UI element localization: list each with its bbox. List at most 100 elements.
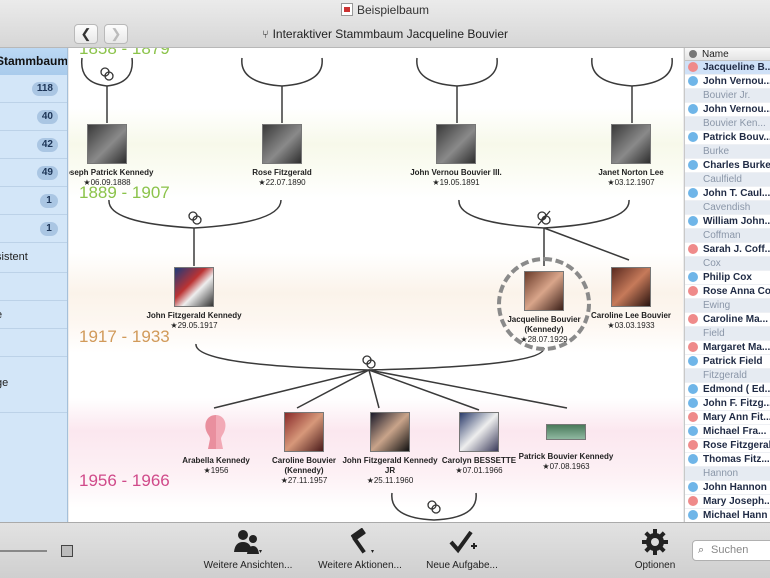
list-item[interactable]: John T. Caul... bbox=[685, 187, 770, 201]
gender-dot-icon bbox=[688, 272, 698, 282]
sidebar-item[interactable] bbox=[0, 273, 67, 301]
list-item[interactable]: Caroline Ma... bbox=[685, 313, 770, 327]
person-name: Joseph Patrick Kennedy bbox=[69, 168, 154, 177]
sidebar-item[interactable]: 1 bbox=[0, 187, 67, 215]
list-item-label: Philip Cox bbox=[703, 272, 752, 283]
zoom-icon[interactable] bbox=[61, 545, 73, 557]
list-item[interactable]: Patrick Field bbox=[685, 355, 770, 369]
list-group-header[interactable]: Coffman bbox=[685, 229, 770, 243]
list-group-header[interactable]: Bouvier Ken... bbox=[685, 117, 770, 131]
person-card-focused[interactable]: Jacqueline Bouvier (Kennedy) ★28.07.1929 bbox=[494, 271, 594, 345]
more-views-label: Weitere Ansichten... bbox=[203, 560, 293, 571]
list-item[interactable]: Jacqueline B... bbox=[685, 61, 770, 75]
new-task-button[interactable]: Neue Aufgabe... bbox=[420, 528, 504, 571]
person-photo bbox=[611, 267, 651, 307]
list-item[interactable]: Patrick Bouv... bbox=[685, 131, 770, 145]
list-item-label: Rose Fitzgeral bbox=[703, 440, 770, 451]
person-birthdate: ★29.05.1917 bbox=[170, 321, 218, 330]
sidebar-item[interactable]: e bbox=[0, 301, 67, 329]
list-item[interactable]: Michael Hann bbox=[685, 509, 770, 522]
person-card[interactable]: Arabella Kennedy ★1956 bbox=[166, 412, 266, 476]
list-header[interactable]: Name bbox=[685, 48, 770, 61]
person-card[interactable]: Patrick Bouvier Kennedy ★07.08.1963 bbox=[516, 412, 616, 472]
list-item[interactable]: William John... bbox=[685, 215, 770, 229]
list-item[interactable]: John Vernou... bbox=[685, 75, 770, 89]
list-group-header[interactable]: Caulfield bbox=[685, 173, 770, 187]
list-item[interactable]: Rose Anna Cox bbox=[685, 285, 770, 299]
list-group-header[interactable]: Cavendish bbox=[685, 201, 770, 215]
sidebar-item[interactable]: 49 bbox=[0, 159, 67, 187]
more-actions-button[interactable]: Weitere Aktionen... bbox=[313, 527, 407, 571]
new-task-label: Neue Aufgabe... bbox=[426, 560, 498, 571]
generation-label-text: 1858 - 1879 bbox=[79, 48, 170, 58]
gender-dot-icon bbox=[688, 454, 698, 464]
list-item-label: Michael Fra... bbox=[703, 426, 767, 437]
list-group-header[interactable]: Ewing bbox=[685, 299, 770, 313]
sidebar-item-label: sistent bbox=[0, 251, 28, 263]
list-item[interactable]: Rose Fitzgeral bbox=[685, 439, 770, 453]
family-tree-canvas[interactable]: 1858 - 1879 1889 - 1907 1917 - 1933 1956… bbox=[69, 48, 683, 522]
zoom-slider[interactable] bbox=[0, 550, 47, 552]
person-card[interactable]: John Vernou Bouvier III. ★19.05.1891 bbox=[406, 124, 506, 188]
list-group-header[interactable]: Fitzgerald bbox=[685, 369, 770, 383]
person-name: Patrick Bouvier Kennedy bbox=[518, 452, 614, 461]
person-card[interactable]: Caroline Lee Bouvier ★03.03.1933 bbox=[581, 267, 681, 331]
list-item[interactable]: Mary Joseph... bbox=[685, 495, 770, 509]
options-button[interactable]: Optionen bbox=[628, 528, 682, 571]
person-card[interactable]: John Fitzgerald Kennedy ★29.05.1917 bbox=[144, 267, 244, 331]
list-item-label: Coffman bbox=[703, 230, 741, 241]
person-card[interactable]: Carolyn BESSETTE ★07.01.1966 bbox=[429, 412, 529, 476]
sidebar-item[interactable]: 118 bbox=[0, 75, 67, 103]
person-photo bbox=[459, 412, 499, 452]
person-card[interactable]: Caroline Bouvier (Kennedy) ★27.11.1957 bbox=[254, 412, 354, 486]
generation-label-text: 1956 - 1966 bbox=[79, 471, 170, 490]
list-group-header[interactable]: Burke bbox=[685, 145, 770, 159]
list-group-header[interactable]: Bouvier Jr. bbox=[685, 89, 770, 103]
person-photo bbox=[284, 412, 324, 452]
list-item[interactable]: Margaret Ma... bbox=[685, 341, 770, 355]
people-icon bbox=[200, 528, 296, 556]
list-group-header[interactable]: Hannon bbox=[685, 467, 770, 481]
list-item[interactable]: John F. Fitzg... bbox=[685, 397, 770, 411]
list-item[interactable]: John Vernou... bbox=[685, 103, 770, 117]
list-item-label: Edmond ( Ed... bbox=[703, 384, 770, 395]
gender-column-icon bbox=[689, 50, 697, 58]
person-card[interactable]: Rose Fitzgerald ★22.07.1890 bbox=[232, 124, 332, 188]
person-card[interactable]: John Fitzgerald Kennedy JR ★25.11.1960 bbox=[340, 412, 440, 486]
sidebar-item[interactable]: sistent bbox=[0, 243, 67, 273]
person-birthdate: ★22.07.1890 bbox=[258, 178, 306, 187]
list-group-header[interactable]: Field bbox=[685, 327, 770, 341]
list-item[interactable]: Charles Burke bbox=[685, 159, 770, 173]
person-name: John Vernou Bouvier III. bbox=[410, 168, 502, 177]
sidebar-header[interactable]: Stammbaum bbox=[0, 48, 67, 75]
person-photo bbox=[436, 124, 476, 164]
person-name: Carolyn BESSETTE bbox=[441, 456, 517, 465]
list-item-label: William John... bbox=[703, 216, 770, 227]
sidebar-item[interactable]: ge bbox=[0, 357, 67, 413]
list-item-label: Margaret Ma... bbox=[703, 342, 770, 353]
list-item[interactable]: Edmond ( Ed... bbox=[685, 383, 770, 397]
list-item[interactable]: Philip Cox bbox=[685, 271, 770, 285]
gender-dot-icon bbox=[688, 62, 698, 72]
list-item[interactable]: Mary Ann Fit... bbox=[685, 411, 770, 425]
bottom-toolbar: Weitere Ansichten... Weitere Aktionen...… bbox=[0, 522, 770, 578]
gender-dot-icon bbox=[688, 384, 698, 394]
person-card[interactable]: Janet Norton Lee ★03.12.1907 bbox=[581, 124, 681, 188]
count-badge: 1 bbox=[40, 222, 58, 236]
person-birthdate: ★06.09.1888 bbox=[83, 178, 131, 187]
person-name: Rose Fitzgerald bbox=[252, 168, 312, 177]
sidebar-item[interactable] bbox=[0, 329, 67, 357]
list-item[interactable]: Thomas Fitz... bbox=[685, 453, 770, 467]
person-name: John Fitzgerald Kennedy JR bbox=[342, 456, 438, 475]
person-birthdate: ★28.07.1929 bbox=[520, 335, 568, 344]
more-views-button[interactable]: Weitere Ansichten... bbox=[200, 528, 296, 571]
list-item[interactable]: John Hannon bbox=[685, 481, 770, 495]
sidebar-item[interactable]: 1 bbox=[0, 215, 67, 243]
search-field[interactable]: ⌕ Suchen bbox=[692, 540, 770, 561]
list-item[interactable]: Sarah J. Coff... bbox=[685, 243, 770, 257]
sidebar-item[interactable]: 42 bbox=[0, 131, 67, 159]
list-item[interactable]: Michael Fra... bbox=[685, 425, 770, 439]
person-card[interactable]: Joseph Patrick Kennedy ★06.09.1888 bbox=[69, 124, 157, 188]
sidebar-item[interactable]: 40 bbox=[0, 103, 67, 131]
list-group-header[interactable]: Cox bbox=[685, 257, 770, 271]
